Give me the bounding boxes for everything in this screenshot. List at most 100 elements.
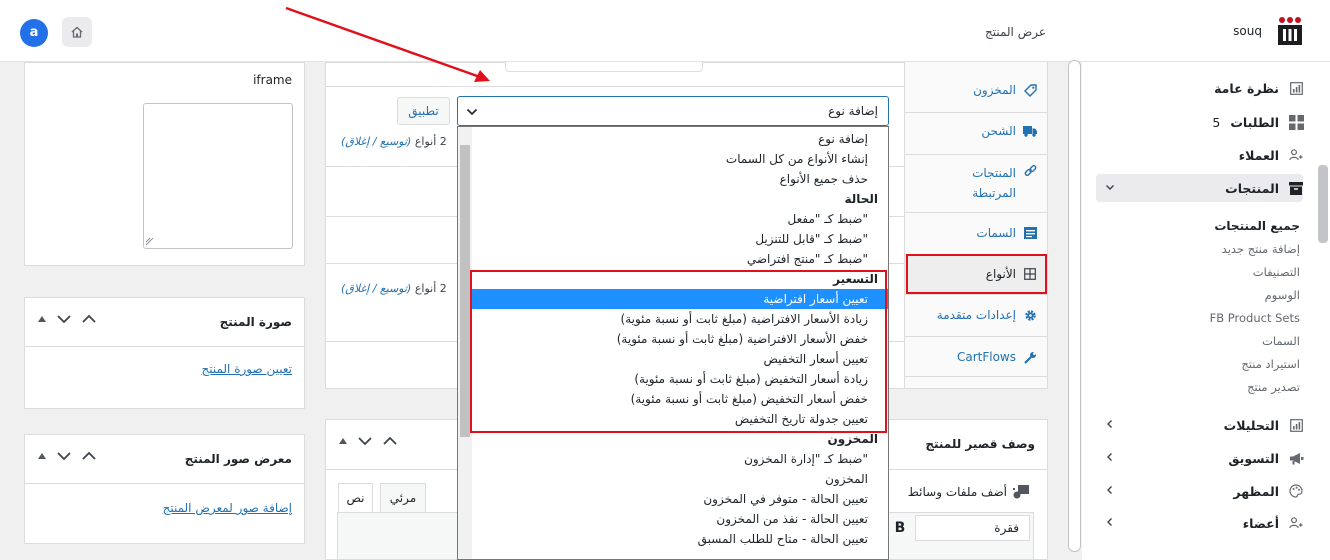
variations-count: (توسيع / إغلاق) 2 أنواع: [341, 135, 447, 148]
sidebar-item-label: المظهر: [1233, 483, 1279, 499]
orders-count-badge: 5: [1212, 114, 1221, 130]
sidebar-item-label: أعضاء: [1242, 515, 1279, 531]
dropdown-option[interactable]: إنشاء الأنواع من كل السمات: [472, 149, 888, 169]
submenu-fb-product-sets[interactable]: FB Product Sets: [1210, 311, 1300, 325]
tab-linked-products[interactable]: المنتجات المرتبطة: [905, 154, 1047, 210]
expand-close-link[interactable]: (توسيع / إغلاق): [341, 282, 411, 295]
tag-icon: [1023, 83, 1037, 97]
tab-attributes[interactable]: السمات: [905, 213, 1047, 253]
palette-icon: [1288, 483, 1304, 499]
chevron-left-icon: [1107, 453, 1112, 461]
add-media-button[interactable]: أضف ملفات وسائط: [908, 477, 1029, 507]
archive-icon: [1288, 180, 1304, 196]
sidebar-item-overview[interactable]: نظرة عامة: [1100, 76, 1304, 100]
main-scrollbar[interactable]: [1068, 60, 1081, 552]
chevron-up-icon[interactable]: [81, 313, 97, 325]
submenu-attributes[interactable]: السمات: [1262, 334, 1300, 348]
sidebar-item-members[interactable]: أعضاء: [1100, 511, 1304, 535]
tab-advanced[interactable]: إعدادات متقدمة: [905, 295, 1047, 335]
brand-name: souq: [1233, 24, 1262, 38]
move-up-icon[interactable]: [37, 315, 47, 323]
submenu-export[interactable]: تصدير منتج: [1247, 380, 1300, 394]
wrench-icon: [1023, 350, 1037, 364]
megaphone-icon: [1288, 450, 1304, 466]
tab-text[interactable]: نص: [338, 483, 373, 513]
highlight-box-pricing-group: [470, 270, 887, 433]
admin-sidebar: نظرة عامة الطلبات 5 العملاء المنتجات جمي…: [1082, 62, 1330, 560]
chevron-left-icon: [1107, 486, 1112, 494]
sidebar-item-appearance[interactable]: المظهر: [1100, 479, 1304, 503]
users-icon: [1288, 515, 1304, 531]
dropdown-option[interactable]: ضبط كـ "منتج افتراضي": [472, 249, 888, 269]
product-image-panel: صورة المنتج تعيين صورة المنتج: [24, 297, 305, 409]
tab-inventory[interactable]: المخزون: [905, 70, 1047, 110]
dropdown-option[interactable]: المخزون: [472, 469, 888, 489]
dropdown-option[interactable]: تعيين الحالة - نفذ من المخزون: [472, 509, 888, 529]
sidebar-item-label: نظرة عامة: [1214, 80, 1279, 96]
sidebar-item-customers[interactable]: العملاء: [1100, 143, 1304, 167]
bold-button[interactable]: B: [888, 515, 912, 541]
chevron-down-icon[interactable]: [357, 435, 373, 447]
dropdown-option[interactable]: تعيين الحالة - متاح للطلب المسبق: [472, 529, 888, 549]
chevron-down-icon[interactable]: [56, 313, 72, 325]
tab-cartflows[interactable]: CartFlows: [905, 337, 1047, 377]
dropdown-option[interactable]: ضبط كـ "إدارة المخزون": [472, 449, 888, 469]
resize-handle-icon[interactable]: [146, 238, 154, 246]
apply-bulk-action-button[interactable]: تطبيق: [397, 97, 450, 125]
chevron-up-icon[interactable]: [81, 450, 97, 462]
tab-visual[interactable]: مرئي: [380, 483, 426, 513]
move-up-icon[interactable]: [37, 452, 47, 460]
highlight-box-variations-tab: [906, 254, 1047, 294]
dropdown-option[interactable]: ضبط كـ "قابل للتنزيل": [472, 229, 888, 249]
divider: [326, 86, 904, 87]
page-scrollbar-thumb[interactable]: [1318, 165, 1328, 243]
submenu-tags[interactable]: الوسوم: [1265, 288, 1300, 302]
set-product-image-link[interactable]: تعيين صورة المنتج: [201, 362, 292, 376]
field-box[interactable]: [505, 62, 703, 72]
avatar[interactable]: a: [20, 19, 48, 47]
sidebar-item-analytics[interactable]: التحليلات: [1100, 413, 1304, 437]
panel-controls: [37, 450, 97, 462]
home-icon: [71, 26, 83, 38]
bulk-action-select[interactable]: إضافة نوع: [457, 96, 889, 126]
submenu-import[interactable]: استيراد منتج: [1241, 357, 1300, 371]
chevron-left-icon: [1107, 518, 1112, 526]
panel-controls: [338, 435, 398, 447]
list-icon: [1023, 226, 1037, 240]
sidebar-item-label: الطلبات: [1230, 114, 1279, 130]
iframe-label: iframe: [253, 73, 292, 87]
dropdown-option[interactable]: ضبط كـ "مفعل": [472, 209, 888, 229]
paragraph-format-select[interactable]: فقرة: [915, 515, 1030, 541]
truck-icon: [1023, 124, 1037, 138]
sidebar-item-products[interactable]: المنتجات: [1100, 176, 1304, 200]
sidebar-item-marketing[interactable]: التسويق: [1100, 446, 1304, 470]
dropdown-option[interactable]: حذف جميع الأنواع: [472, 169, 888, 189]
variations-count-bottom: (توسيع / إغلاق) 2 أنواع: [341, 282, 447, 295]
dropdown-scrollbar-thumb[interactable]: [460, 145, 470, 437]
move-up-icon[interactable]: [338, 437, 348, 445]
sidebar-item-orders[interactable]: الطلبات 5: [1100, 110, 1304, 134]
submenu-all-products[interactable]: جميع المنتجات: [1214, 219, 1300, 233]
submenu-add-product[interactable]: إضافة منتج جديد: [1222, 242, 1300, 256]
add-gallery-images-link[interactable]: إضافة صور لمعرض المنتج: [163, 501, 292, 515]
submenu-categories[interactable]: التصنيفات: [1253, 265, 1300, 279]
page-title: عرض المنتج: [984, 25, 1046, 39]
dropdown-option[interactable]: تعيين الحالة - متوفر في المخزون: [472, 489, 888, 509]
chevron-down-icon[interactable]: [56, 450, 72, 462]
users-icon: [1288, 147, 1304, 163]
sidebar-item-label: التسويق: [1228, 450, 1279, 466]
media-icon: [1013, 484, 1029, 500]
tab-shipping[interactable]: الشحن: [905, 111, 1047, 151]
panel-title: وصف قصير للمنتج: [925, 437, 1035, 451]
chevron-down-icon: [1106, 185, 1114, 190]
expand-close-link[interactable]: (توسيع / إغلاق): [341, 135, 411, 148]
dropdown-option[interactable]: إضافة نوع: [472, 129, 888, 149]
chart-icon: [1288, 80, 1304, 96]
sidebar-item-label: العملاء: [1238, 147, 1279, 163]
brand-logo: [1276, 16, 1304, 46]
home-button[interactable]: [62, 17, 92, 47]
textarea-field[interactable]: [143, 103, 293, 249]
product-gallery-panel: معرض صور المنتج إضافة صور لمعرض المنتج: [24, 434, 305, 544]
product-data-tabs: المخزون الشحن المنتجات المرتبطة السمات ا…: [904, 62, 1047, 388]
chevron-up-icon[interactable]: [382, 435, 398, 447]
